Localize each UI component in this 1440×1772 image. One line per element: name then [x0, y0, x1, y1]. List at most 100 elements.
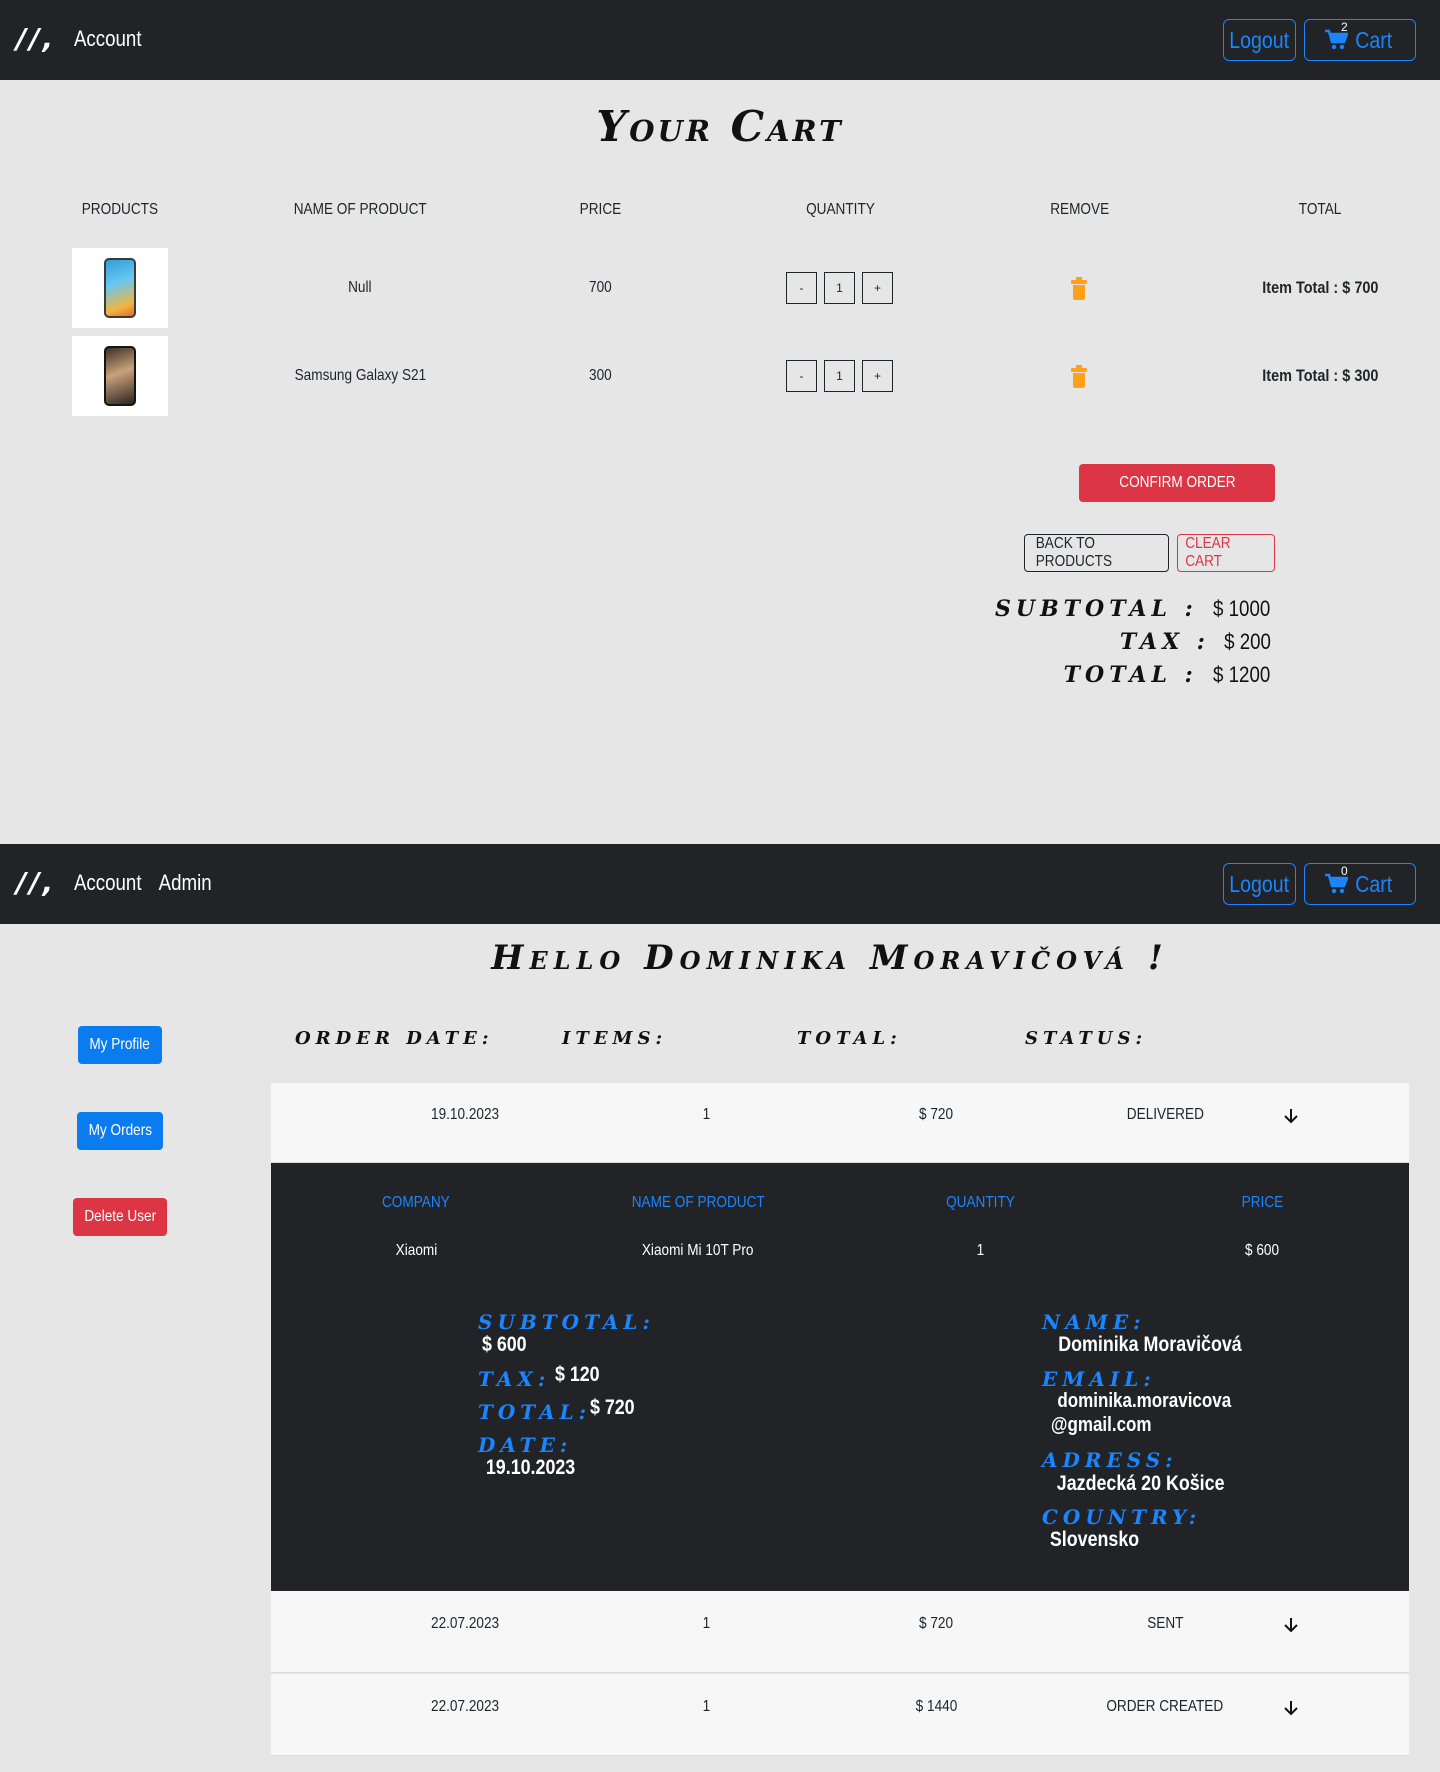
- product-image: [72, 248, 168, 328]
- order-date: 19.10.2023: [430, 1106, 500, 1123]
- detail-header-name: Name of product: [631, 1194, 765, 1211]
- trash-icon[interactable]: [1071, 365, 1087, 388]
- tax-label: Tax :: [1119, 629, 1210, 655]
- product-name: Null: [348, 279, 372, 296]
- total-value: $ 1200: [1212, 662, 1270, 687]
- subtotal-value: $ 1000: [1212, 596, 1270, 621]
- arrow-down-icon[interactable]: [1284, 1700, 1298, 1716]
- column-header-products: Products: [81, 201, 159, 218]
- quantity-value: 1: [824, 272, 855, 304]
- detail-header-company: Company: [382, 1194, 450, 1211]
- nav-link-admin[interactable]: Admin: [154, 870, 216, 896]
- order-items: 1: [702, 1106, 710, 1123]
- logout-button[interactable]: Logout: [1223, 19, 1296, 61]
- item-total: Item Total : $ 300: [1261, 366, 1379, 385]
- column-header-quantity: Quantity: [805, 201, 875, 218]
- order-header-total: Total:: [797, 1028, 902, 1049]
- detail-tax-value: $ 120: [554, 1363, 600, 1386]
- order-date: 22.07.2023: [430, 1615, 500, 1632]
- page-title: Your Cart: [596, 102, 844, 151]
- detail-subtotal-value: $ 600: [481, 1333, 527, 1356]
- cart-button[interactable]: 2 Cart: [1304, 19, 1416, 61]
- arrow-down-icon[interactable]: [1284, 1617, 1298, 1633]
- column-header-total: Total: [1298, 201, 1342, 218]
- detail-country-label: Country:: [1042, 1505, 1202, 1529]
- detail-date-label: Date:: [478, 1433, 573, 1457]
- order-row[interactable]: 19.10.2023 1 $ 720 Delivered: [271, 1083, 1409, 1163]
- detail-product-name: Xiaomi Mi 10T Pro: [642, 1242, 754, 1259]
- product-price: 300: [588, 367, 612, 384]
- detail-email-label: Email:: [1042, 1367, 1156, 1391]
- detail-address-label: Adress:: [1042, 1448, 1178, 1472]
- total-row: Total : $ 1200: [1064, 662, 1275, 688]
- subtotal-row: Subtotal : $ 1000: [995, 596, 1275, 622]
- order-row[interactable]: 22.07.2023 1 $ 1440 Order created: [271, 1674, 1409, 1756]
- order-row[interactable]: 22.07.2023 1 $ 720 Sent: [271, 1591, 1409, 1673]
- detail-email-value: dominika.moravicova: [1057, 1390, 1232, 1412]
- product-name: Samsung Galaxy S21: [294, 367, 426, 384]
- nav-link-account[interactable]: Account: [68, 26, 148, 52]
- detail-name-label: Name:: [1042, 1310, 1146, 1334]
- nav-link-account[interactable]: Account: [68, 870, 148, 896]
- detail-tax-label: Tax:: [478, 1367, 551, 1391]
- tax-value: $ 200: [1224, 629, 1271, 654]
- order-header-status: Status:: [1025, 1028, 1148, 1049]
- order-header-items: Items:: [562, 1028, 668, 1049]
- my-profile-button[interactable]: My Profile: [78, 1026, 162, 1064]
- item-total: Item Total : $ 700: [1261, 278, 1379, 297]
- my-orders-button[interactable]: My Orders: [77, 1112, 163, 1150]
- arrow-down-icon[interactable]: [1284, 1108, 1298, 1124]
- back-to-products-button[interactable]: Back to products: [1024, 534, 1169, 572]
- account-navbar: //, Account Admin Logout 0 Cart: [0, 844, 1440, 924]
- clear-cart-button[interactable]: Clear cart: [1177, 534, 1275, 572]
- cart-navbar: //, Account Logout 2 Cart: [0, 0, 1440, 80]
- logout-button[interactable]: Logout: [1223, 863, 1296, 905]
- order-status: Sent: [1146, 1615, 1184, 1632]
- confirm-order-button[interactable]: Confirm order: [1079, 464, 1275, 502]
- subtotal-label: Subtotal :: [995, 596, 1198, 622]
- detail-name-value: Dominika Moravičová: [1058, 1333, 1242, 1356]
- decrease-quantity-button[interactable]: -: [786, 272, 817, 304]
- delete-user-button[interactable]: Delete User: [73, 1198, 167, 1236]
- detail-email-value-cont: @gmail.com: [1050, 1414, 1152, 1436]
- column-header-remove: Remove: [1050, 201, 1110, 218]
- cart-count-badge: 0: [1341, 864, 1348, 878]
- decrease-quantity-button[interactable]: -: [786, 360, 817, 392]
- order-total: $ 720: [918, 1106, 954, 1123]
- total-label: Total :: [1063, 662, 1198, 688]
- order-total: $ 1440: [915, 1698, 957, 1715]
- detail-address-value: Jazdecká 20 Košice: [1056, 1472, 1225, 1495]
- detail-total-label: Total:: [478, 1400, 592, 1424]
- detail-price: $ 600: [1244, 1242, 1280, 1259]
- cart-count-badge: 2: [1341, 20, 1348, 34]
- order-date: 22.07.2023: [430, 1698, 500, 1715]
- order-items: 1: [702, 1698, 710, 1715]
- detail-total-value: $ 720: [589, 1396, 635, 1419]
- order-detail-panel: Company Name of product Quantity Price X…: [271, 1163, 1409, 1591]
- product-image: [72, 336, 168, 416]
- order-status: Order created: [1106, 1698, 1224, 1715]
- order-header-date: Order date:: [295, 1028, 494, 1049]
- tax-row: Tax : $ 200: [1120, 629, 1275, 655]
- detail-quantity: 1: [976, 1242, 984, 1259]
- detail-company: Xiaomi: [395, 1242, 437, 1259]
- order-status: Delivered: [1126, 1106, 1204, 1123]
- detail-date-value: 19.10.2023: [485, 1456, 576, 1479]
- logo-icon[interactable]: //,: [16, 866, 56, 899]
- increase-quantity-button[interactable]: +: [862, 360, 893, 392]
- order-total: $ 720: [918, 1615, 954, 1632]
- increase-quantity-button[interactable]: +: [862, 272, 893, 304]
- product-price: 700: [588, 279, 612, 296]
- detail-header-quantity: Quantity: [945, 1194, 1015, 1211]
- column-header-name: Name of product: [293, 201, 427, 218]
- greeting-title: Hello Dominika Moravičová !: [491, 938, 1169, 978]
- detail-header-price: Price: [1241, 1194, 1283, 1211]
- column-header-price: Price: [579, 201, 621, 218]
- quantity-value: 1: [824, 360, 855, 392]
- detail-subtotal-label: Subtotal:: [478, 1310, 655, 1334]
- trash-icon[interactable]: [1071, 277, 1087, 300]
- detail-country-value: Slovensko: [1049, 1528, 1140, 1551]
- cart-button[interactable]: 0 Cart: [1304, 863, 1416, 905]
- order-items: 1: [702, 1615, 710, 1632]
- logo-icon[interactable]: //,: [16, 22, 56, 55]
